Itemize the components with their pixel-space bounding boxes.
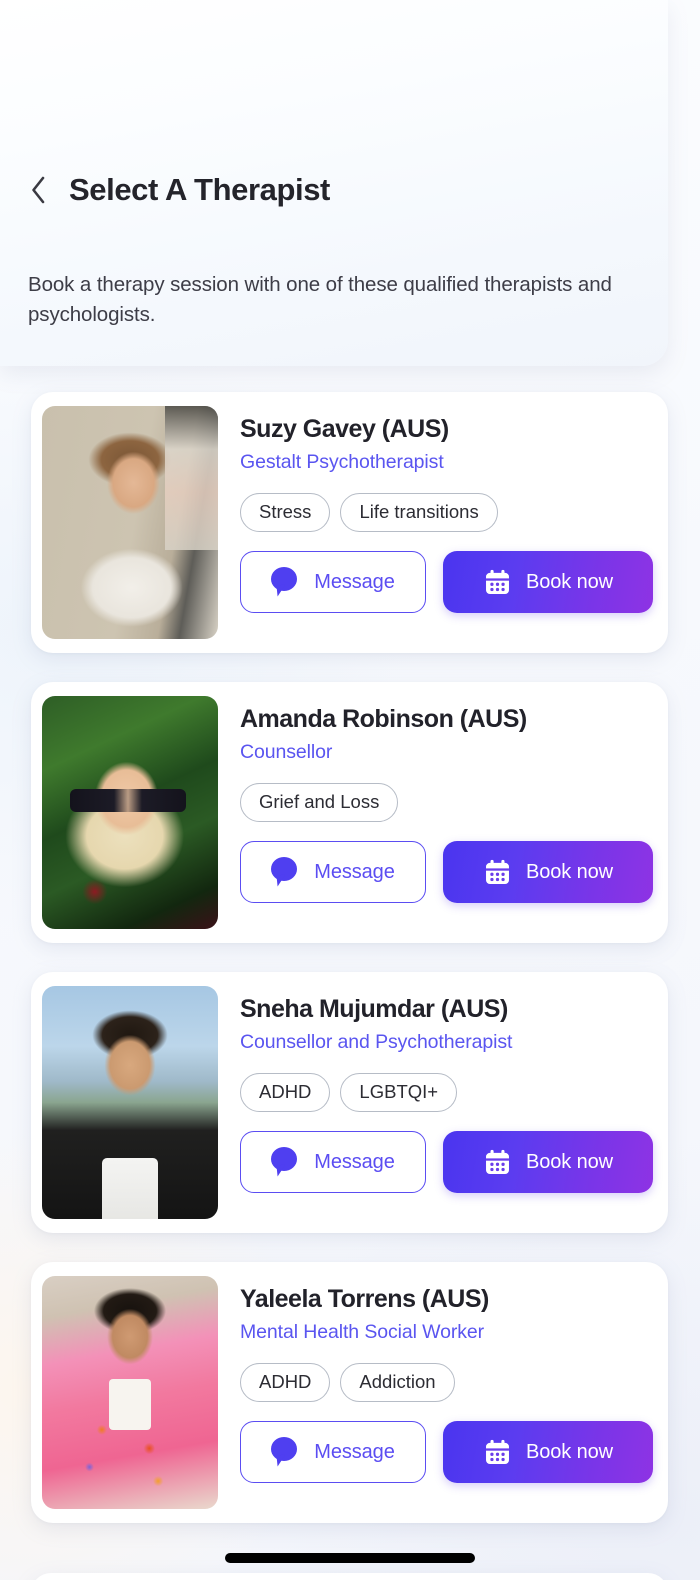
specialty-tag[interactable]: Stress — [240, 493, 331, 532]
yaleela-torrens-photo — [42, 1276, 218, 1509]
therapist-card-3[interactable]: Sneha Mujumdar (AUS) Counsellor and Psyc… — [31, 972, 668, 1233]
specialty-tag[interactable]: ADHD — [240, 1363, 331, 1402]
message-button[interactable]: Message — [240, 551, 426, 613]
message-button-label: Message — [314, 860, 395, 883]
therapist-name: Suzy Gavey (AUS) — [240, 415, 449, 443]
book-now-button[interactable]: Book now — [443, 551, 653, 613]
therapist-details: Amanda Robinson (AUS) Counsellor Grief a… — [218, 696, 668, 903]
therapist-card-1[interactable]: Suzy Gavey (AUS) Gestalt Psychotherapist… — [31, 392, 668, 653]
specialty-tag-row: ADHD LGBTQI+ — [240, 1073, 668, 1112]
therapist-role: Gestalt Psychotherapist — [240, 451, 444, 473]
page-subtitle: Book a therapy session with one of these… — [28, 273, 612, 326]
therapist-card-4[interactable]: Yaleela Torrens (AUS) Mental Health Soci… — [31, 1262, 668, 1523]
calendar-icon — [485, 569, 509, 594]
therapist-name: Sneha Mujumdar (AUS) — [240, 995, 508, 1023]
specialty-tag[interactable]: ADHD — [240, 1073, 331, 1112]
chat-bubble-icon — [271, 857, 301, 887]
therapist-role: Mental Health Social Worker — [240, 1321, 485, 1343]
specialty-tag[interactable]: LGBTQI+ — [340, 1073, 458, 1112]
home-indicator — [225, 1553, 475, 1563]
therapist-selection-screen: Select A Therapist Book a therapy sessio… — [0, 0, 700, 1580]
book-now-button-label: Book now — [525, 860, 614, 883]
message-button-label: Message — [314, 1440, 395, 1463]
therapist-list: Suzy Gavey (AUS) Gestalt Psychotherapist… — [0, 392, 700, 1552]
header-panel: Select A Therapist Book a therapy sessio… — [0, 0, 668, 366]
sneha-mujumdar-photo — [42, 986, 218, 1219]
book-now-button[interactable]: Book now — [443, 1131, 653, 1193]
titlebar: Select A Therapist — [26, 172, 330, 208]
chat-bubble-icon — [271, 1437, 301, 1467]
book-now-button[interactable]: Book now — [443, 841, 653, 903]
specialty-tag-row: Grief and Loss — [240, 783, 668, 822]
card-action-row: Message Book now — [240, 551, 668, 613]
therapist-details: Yaleela Torrens (AUS) Mental Health Soci… — [218, 1276, 668, 1483]
message-button[interactable]: Message — [240, 1131, 426, 1193]
book-now-button[interactable]: Book now — [443, 1421, 653, 1483]
amanda-robinson-photo — [42, 696, 218, 929]
calendar-icon — [485, 859, 509, 884]
card-action-row: Message Book now — [240, 1421, 668, 1483]
calendar-icon — [485, 1439, 509, 1464]
specialty-tag[interactable]: Addiction — [340, 1363, 455, 1402]
message-button-label: Message — [314, 1150, 395, 1173]
therapist-role: Counsellor — [240, 741, 333, 763]
calendar-icon — [485, 1149, 509, 1174]
specialty-tag[interactable]: Life transitions — [340, 493, 498, 532]
therapist-role: Counsellor and Psychotherapist — [240, 1031, 513, 1053]
page-title: Select A Therapist — [69, 172, 330, 207]
chat-bubble-icon — [271, 1147, 301, 1177]
therapist-name: Amanda Robinson (AUS) — [240, 705, 527, 733]
chat-bubble-icon — [271, 567, 301, 597]
specialty-tag-row: ADHD Addiction — [240, 1363, 668, 1402]
therapist-name: Yaleela Torrens (AUS) — [240, 1285, 489, 1313]
next-therapist-card-peek[interactable] — [31, 1573, 668, 1580]
specialty-tag[interactable]: Grief and Loss — [240, 783, 399, 822]
therapist-details: Suzy Gavey (AUS) Gestalt Psychotherapist… — [218, 406, 668, 613]
therapist-details: Sneha Mujumdar (AUS) Counsellor and Psyc… — [218, 986, 668, 1193]
card-action-row: Message Book now — [240, 1131, 668, 1193]
message-button-label: Message — [314, 570, 395, 593]
book-now-button-label: Book now — [525, 570, 614, 593]
specialty-tag-row: Stress Life transitions — [240, 493, 668, 532]
message-button[interactable]: Message — [240, 1421, 426, 1483]
suzy-gavey-photo — [42, 406, 218, 639]
book-now-button-label: Book now — [525, 1150, 614, 1173]
message-button[interactable]: Message — [240, 841, 426, 903]
back-button[interactable] — [26, 175, 50, 205]
card-action-row: Message Book now — [240, 841, 668, 903]
therapist-card-2[interactable]: Amanda Robinson (AUS) Counsellor Grief a… — [31, 682, 668, 943]
book-now-button-label: Book now — [525, 1440, 614, 1463]
chevron-left-icon — [32, 176, 45, 204]
